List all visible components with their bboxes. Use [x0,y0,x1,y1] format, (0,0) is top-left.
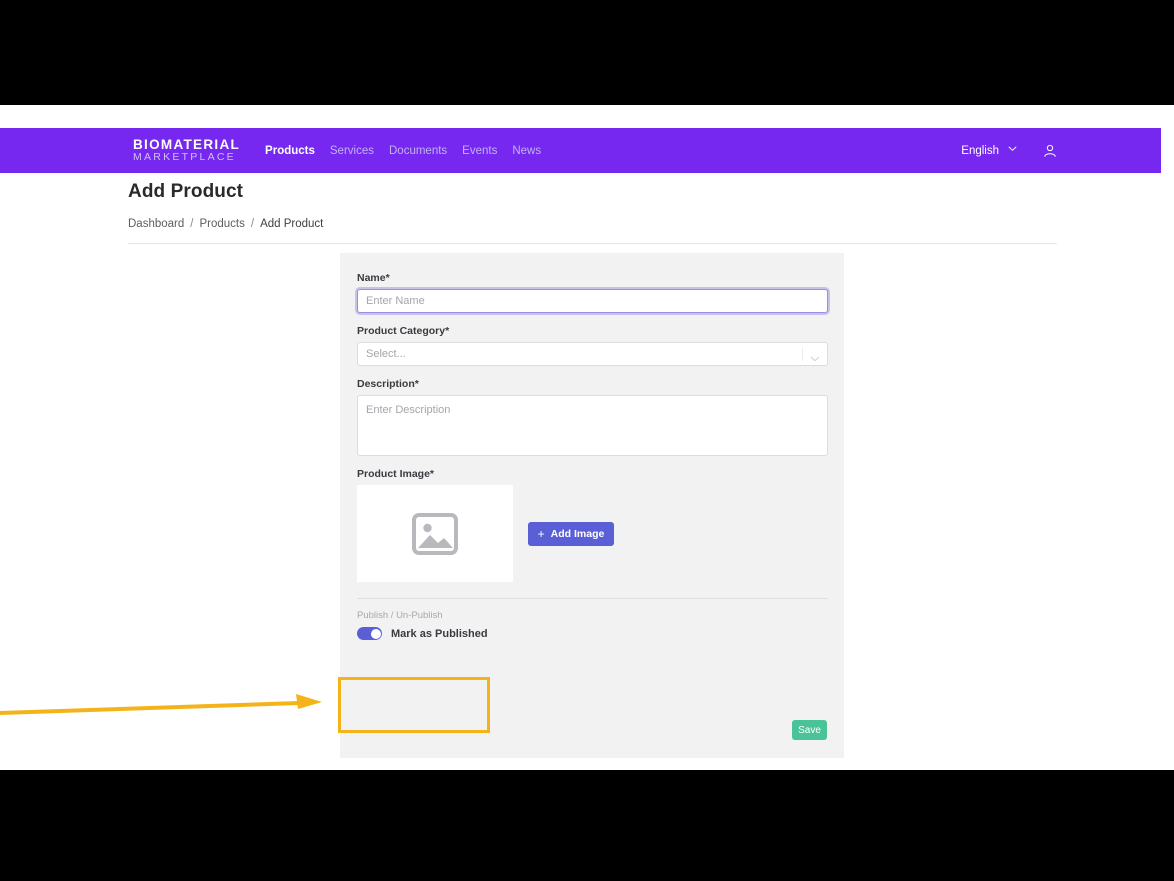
breadcrumb: Dashboard / Products / Add Product [128,218,1057,244]
image-placeholder-icon [412,512,458,555]
letterbox-top [0,0,1174,105]
annotation-arrow-icon [0,694,322,715]
add-image-button[interactable]: + Add Image [528,521,614,546]
letterbox-bottom [0,770,1174,881]
breadcrumb-item-products[interactable]: Products [199,218,244,230]
add-product-form-card: Name* Product Category* Select... [340,253,844,758]
product-category-select-wrap: Select... [357,342,828,366]
language-selector-label[interactable]: English [961,145,999,157]
field-label-name: Name* [357,272,390,284]
form-fields-container: Name* Product Category* Select... [357,272,828,640]
section-divider [357,598,828,599]
top-navbar: BIOMATERIAL MARKETPLACE Products Service… [0,128,1161,173]
publish-toggle-row: Mark as Published [357,627,828,640]
plus-icon: + [537,526,545,541]
description-input[interactable] [357,395,828,456]
product-image-row: + Add Image [357,485,828,582]
breadcrumb-separator: / [190,218,194,230]
nav-links: Products Services Documents Events News [265,145,541,157]
navbar-right-group: English [961,128,1058,173]
chevron-down-icon[interactable] [810,350,820,362]
field-label-product-image: Product Image* [357,468,435,480]
nav-link-documents[interactable]: Documents [389,145,447,157]
page-viewport: BIOMATERIAL MARKETPLACE Products Service… [0,105,1174,770]
brand-line-primary: BIOMATERIAL [133,137,241,153]
mark-as-published-label: Mark as Published [391,627,488,640]
screenshot-root: BIOMATERIAL MARKETPLACE Products Service… [0,0,1174,881]
field-label-product-category: Product Category* [357,325,450,337]
page-title: Add Product [128,181,244,202]
nav-link-news[interactable]: News [512,145,541,157]
breadcrumb-separator: / [250,218,255,230]
select-separator [802,347,803,361]
publish-section-caption: Publish / Un-Publish [357,610,443,621]
toggle-knob [370,628,381,639]
field-description: Description* [357,378,828,456]
add-image-button-label: Add Image [550,527,605,540]
product-image-preview[interactable] [357,485,513,582]
user-account-icon[interactable] [1042,143,1058,159]
publish-section: Publish / Un-Publish Mark as Published [357,610,828,640]
field-product-category: Product Category* Select... [357,325,828,366]
chevron-down-icon[interactable] [1008,144,1017,153]
breadcrumb-item-add-product: Add Product [260,218,324,230]
brand-logo[interactable]: BIOMATERIAL MARKETPLACE [133,138,240,162]
nav-link-events[interactable]: Events [462,145,497,157]
save-button[interactable]: Save [792,720,827,740]
name-input[interactable] [357,289,828,313]
nav-link-products[interactable]: Products [265,145,315,157]
mark-as-published-toggle[interactable] [357,627,382,640]
product-category-select[interactable]: Select... [357,342,828,366]
nav-link-services[interactable]: Services [330,145,374,157]
brand-line-secondary: MARKETPLACE [133,151,236,164]
field-label-description: Description* [357,378,419,390]
field-name: Name* [357,272,828,313]
field-product-image: Product Image* + Add Image [357,468,828,582]
breadcrumb-item-dashboard[interactable]: Dashboard [128,218,184,230]
